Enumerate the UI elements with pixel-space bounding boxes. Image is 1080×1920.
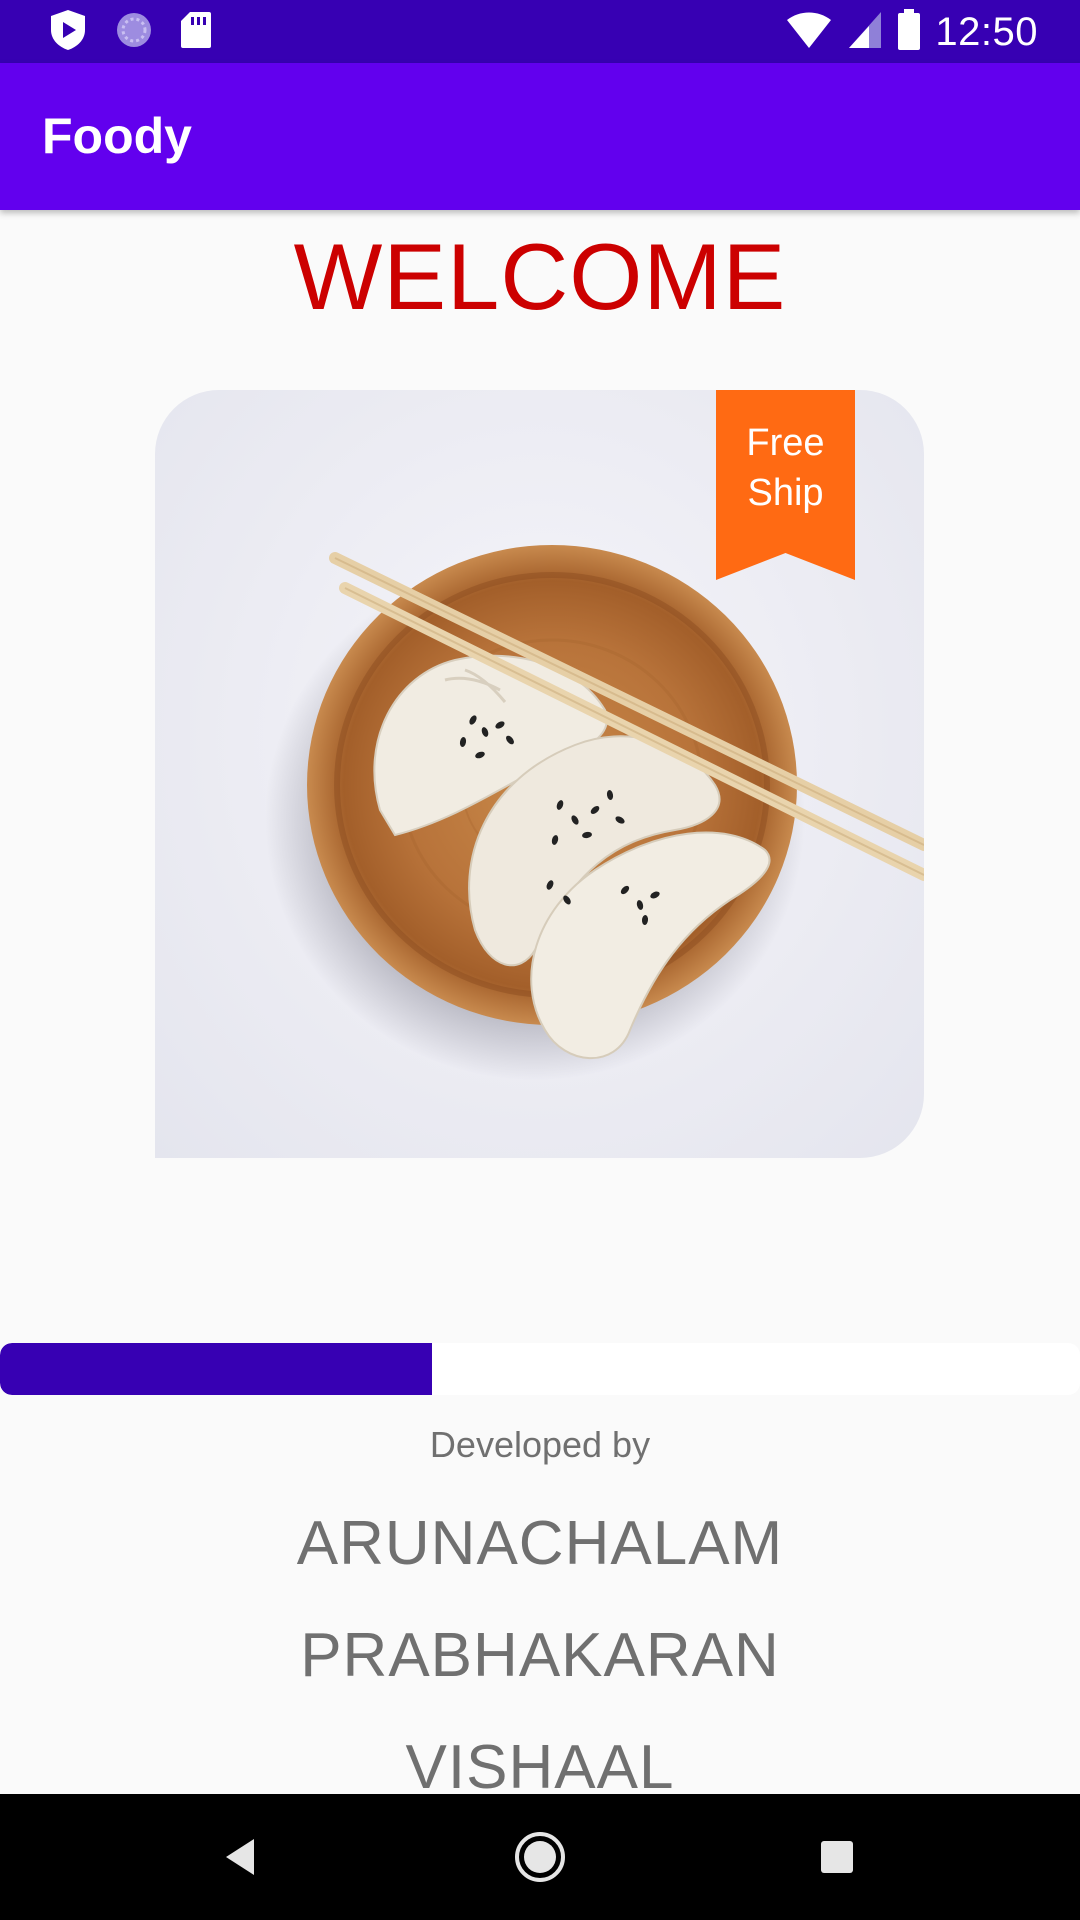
progress-fill: [0, 1343, 432, 1395]
status-bar: 12:50: [0, 0, 1080, 63]
welcome-heading: WELCOME: [293, 224, 787, 329]
loading-progress-bar: [0, 1343, 1080, 1395]
wifi-icon: [785, 10, 833, 55]
status-time: 12:50: [935, 9, 1038, 54]
loading-circle-icon: [114, 10, 154, 55]
back-icon: [226, 1839, 254, 1875]
recents-icon: [821, 1841, 853, 1873]
navigation-bar: [0, 1794, 1080, 1920]
app-title: Foody: [42, 108, 192, 164]
home-button[interactable]: [480, 1794, 600, 1920]
battery-icon: [897, 8, 921, 56]
home-icon: [515, 1832, 565, 1882]
sd-card-icon: [180, 11, 212, 54]
back-button[interactable]: [180, 1794, 300, 1920]
recents-button[interactable]: [777, 1794, 897, 1920]
developer-name: PRABHAKARAN: [300, 1621, 780, 1690]
shield-play-icon: [48, 8, 88, 57]
developer-name: VISHAAL: [405, 1733, 675, 1802]
status-right-icons: 12:50: [785, 6, 1038, 58]
screen: 12:50 Foody WELCOME Free Ship Developed …: [0, 0, 1080, 1920]
free-ship-ribbon: Free Ship: [716, 390, 855, 580]
developer-name: ARUNACHALAM: [296, 1509, 784, 1578]
app-bar: Foody: [0, 63, 1080, 210]
cell-signal-icon: [847, 10, 883, 55]
ribbon-label: Free Ship: [746, 422, 825, 514]
status-left-icons: [48, 8, 212, 57]
developed-by-label: Developed by: [429, 1424, 651, 1465]
